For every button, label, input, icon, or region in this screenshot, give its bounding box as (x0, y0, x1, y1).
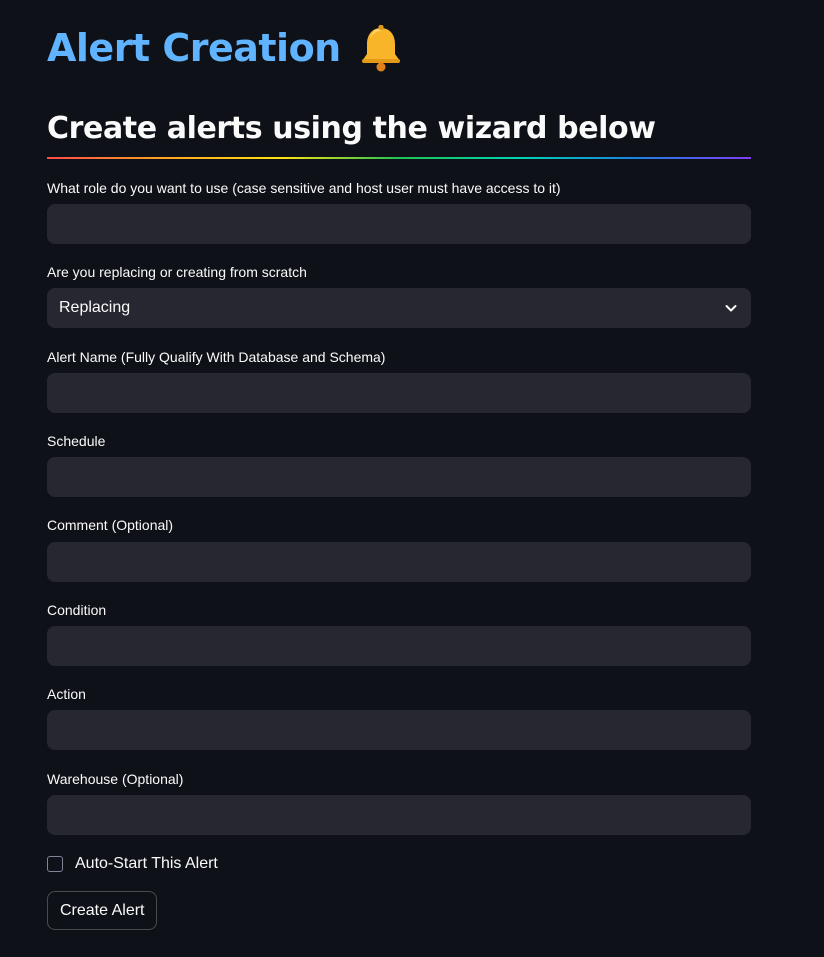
role-input[interactable] (47, 204, 751, 244)
role-label: What role do you want to use (case sensi… (47, 180, 561, 196)
condition-input[interactable] (47, 626, 751, 666)
auto-start-checkbox-row[interactable]: Auto-Start This Alert (47, 854, 218, 874)
page-title-row: Alert Creation (47, 22, 403, 74)
schedule-label: Schedule (47, 433, 106, 449)
mode-label: Are you replacing or creating from scrat… (47, 264, 307, 280)
mode-select[interactable]: Replacing (47, 288, 751, 328)
mode-selected-value: Replacing (59, 299, 131, 316)
auto-start-checkbox[interactable] (47, 856, 63, 872)
action-input[interactable] (47, 710, 751, 750)
chevron-down-icon (723, 300, 739, 316)
create-alert-button[interactable]: Create Alert (47, 891, 158, 930)
page-subtitle: Create alerts using the wizard below (47, 111, 656, 146)
comment-input[interactable] (47, 542, 751, 582)
bell-icon (359, 24, 403, 72)
alert-name-input[interactable] (47, 373, 751, 413)
rainbow-divider (47, 157, 751, 159)
alert-name-label: Alert Name (Fully Qualify With Database … (47, 349, 386, 365)
page-title: Alert Creation (47, 26, 341, 70)
comment-label: Comment (Optional) (47, 517, 174, 533)
schedule-input[interactable] (47, 457, 751, 497)
condition-label: Condition (47, 602, 107, 618)
warehouse-label: Warehouse (Optional) (47, 771, 184, 787)
warehouse-input[interactable] (47, 795, 751, 835)
action-label: Action (47, 686, 86, 702)
auto-start-label: Auto-Start This Alert (75, 855, 218, 872)
